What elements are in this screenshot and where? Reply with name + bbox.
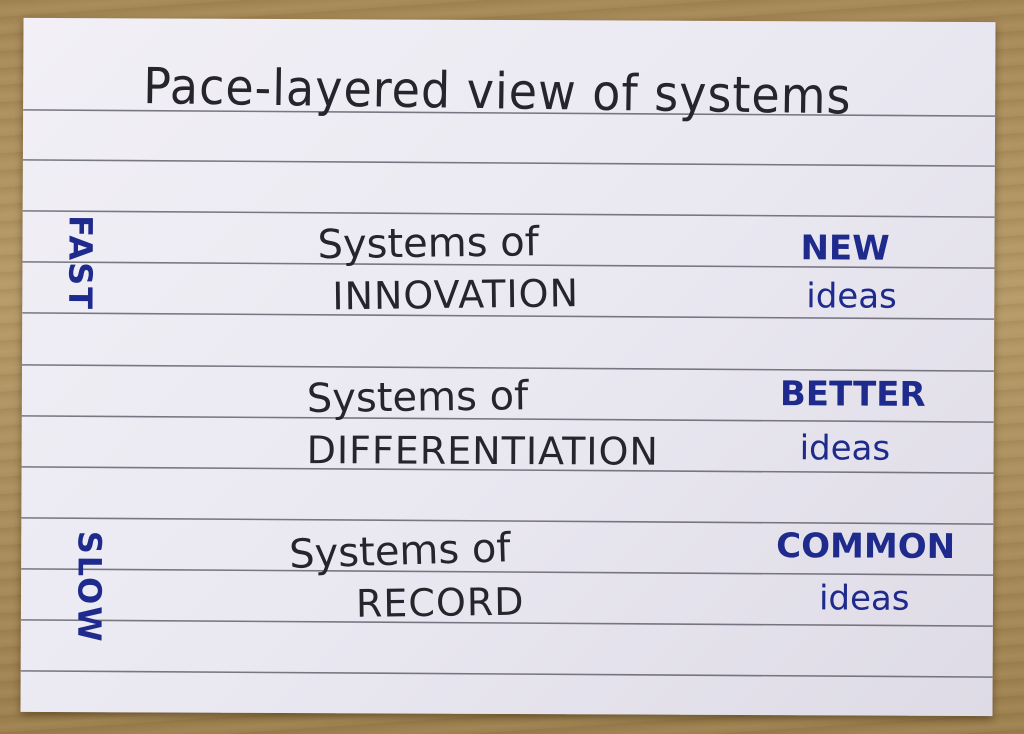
fast-label: FAST — [61, 215, 100, 312]
row-innovation-idea-sub: ideas — [806, 276, 897, 317]
row-differentiation-line1: Systems of — [306, 373, 529, 423]
row-record-idea-sub: ideas — [818, 578, 910, 619]
row-record-idea-word: COMMON — [776, 526, 956, 567]
row-innovation-line1: Systems of — [317, 219, 540, 269]
ruled-line — [20, 670, 993, 678]
row-innovation-line2: INNOVATION — [332, 271, 580, 319]
row-differentiation-line2: DIFFERENTIATION — [306, 428, 659, 474]
index-card: Pace-layered view of systems FAST SLOW S… — [20, 17, 996, 717]
ruled-line — [21, 364, 994, 372]
row-record-line2: RECORD — [355, 579, 525, 626]
row-differentiation-idea-sub: ideas — [799, 428, 891, 469]
ruled-line — [22, 210, 995, 218]
slow-label: SLOW — [70, 530, 109, 644]
card-title: Pace-layered view of systems — [142, 56, 852, 126]
ruled-line — [21, 517, 994, 525]
ruled-line — [22, 159, 995, 167]
row-differentiation-idea-word: BETTER — [779, 374, 926, 415]
row-innovation-idea-word: NEW — [800, 228, 890, 269]
row-record-line1: Systems of — [288, 525, 512, 578]
